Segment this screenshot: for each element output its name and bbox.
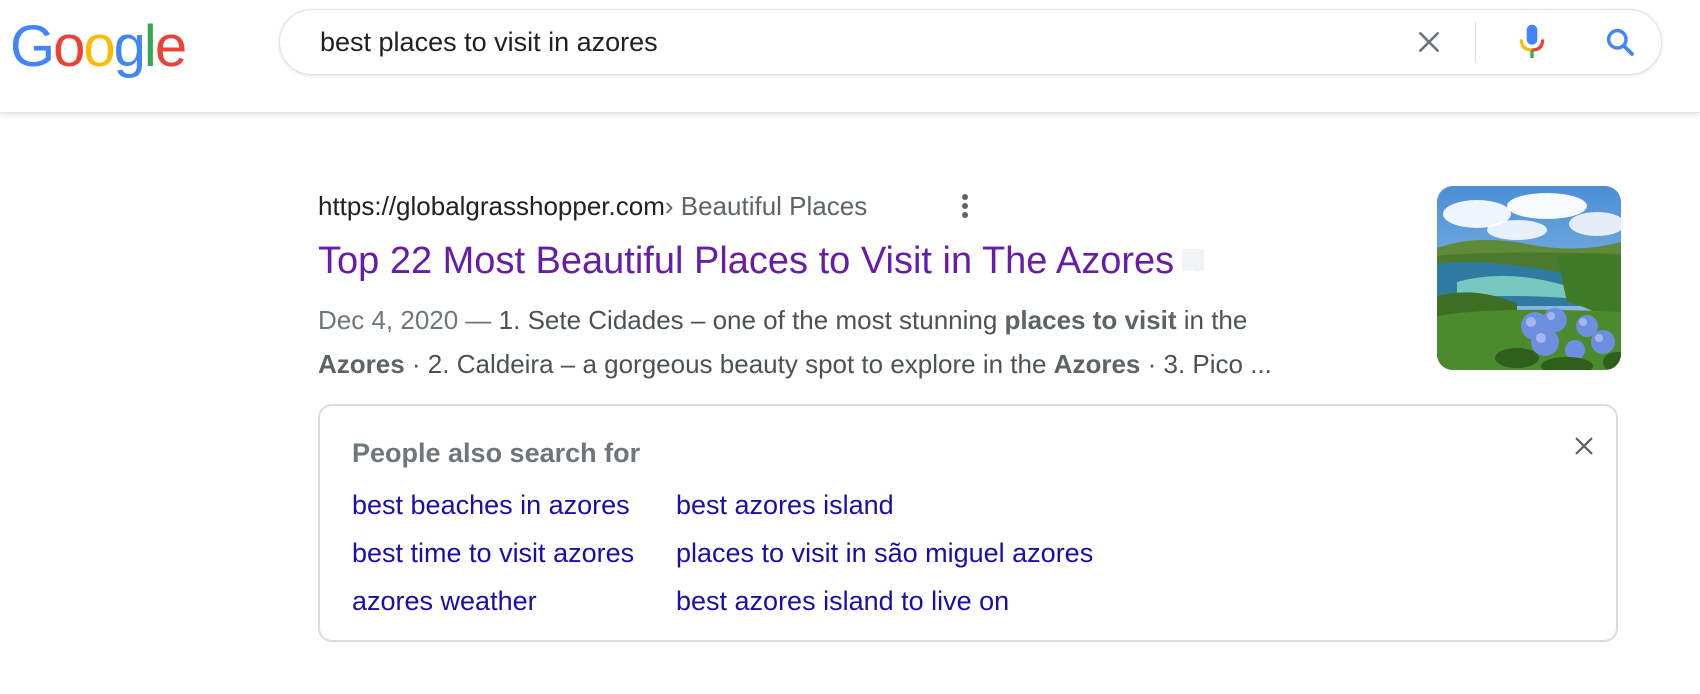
pasf-link[interactable]: best time to visit azores [352, 538, 634, 569]
snippet-text: in the [1176, 305, 1248, 335]
snippet-bold: Azores [318, 349, 405, 379]
snippet-bold: places to visit [1004, 305, 1177, 335]
result-options-button[interactable] [950, 186, 980, 226]
result-date: Dec 4, 2020 — [318, 305, 499, 335]
result-title: Top 22 Most Beautiful Places to Visit in… [318, 240, 1175, 282]
result-url: https://globalgrasshopper.com [318, 190, 665, 221]
result-breadcrumb: › Beautiful Places [664, 190, 868, 221]
more-vert-icon [962, 194, 968, 218]
snippet-text: 1. Sete Cidades – one of the most stunni… [498, 305, 1005, 335]
search-box [279, 9, 1662, 75]
logo-letter: l [143, 14, 157, 79]
close-icon [1419, 32, 1439, 52]
azores-landscape-image [1437, 186, 1621, 370]
snippet-text: · 2. Caldeira – a gorgeous beauty spot t… [404, 349, 1054, 379]
logo-letter: e [154, 14, 187, 79]
snippet-line-1: Dec 4, 2020 — 1. Sete Cidades – one of t… [318, 298, 1378, 342]
snippet-bold: Azores [1053, 349, 1141, 379]
clear-button[interactable] [1409, 22, 1449, 62]
result-citation[interactable]: https://globalgrasshopper.com › Beautifu… [318, 186, 867, 226]
search-input[interactable] [320, 10, 1320, 74]
top-bar: Google [0, 0, 1700, 113]
pasf-link[interactable]: best beaches in azores [352, 490, 630, 521]
microphone-icon [1519, 24, 1545, 58]
result-thumbnail[interactable] [1437, 186, 1621, 370]
logo-letter: o [83, 14, 115, 79]
close-icon [1575, 437, 1593, 455]
search-button[interactable] [1598, 20, 1642, 64]
google-logo[interactable]: Google [10, 12, 187, 82]
logo-letter: g [113, 14, 146, 79]
search-icon [1606, 28, 1634, 56]
search-divider [1475, 22, 1476, 62]
pasf-close-button[interactable] [1566, 428, 1602, 464]
pasf-link[interactable]: best azores island [676, 490, 894, 521]
voice-search-button[interactable] [1510, 20, 1554, 64]
logo-letter: o [53, 14, 85, 79]
snippet-text: · 3. Pico ... [1140, 349, 1272, 379]
pasf-link[interactable]: azores weather [352, 586, 537, 617]
star-badge-icon [1182, 248, 1205, 296]
pasf-heading: People also search for [352, 438, 641, 468]
result-title-link[interactable]: Top 22 Most Beautiful Places to Visit in… [318, 238, 1205, 296]
pasf-link[interactable]: places to visit in são miguel azores [676, 538, 1093, 569]
result-snippet: Dec 4, 2020 — 1. Sete Cidades – one of t… [318, 298, 1378, 386]
people-also-search-panel: People also search for best beaches in a… [318, 404, 1618, 642]
snippet-line-2: Azores · 2. Caldeira – a gorgeous beauty… [318, 342, 1378, 386]
pasf-link[interactable]: best azores island to live on [676, 586, 1009, 617]
logo-letter: G [10, 14, 55, 79]
